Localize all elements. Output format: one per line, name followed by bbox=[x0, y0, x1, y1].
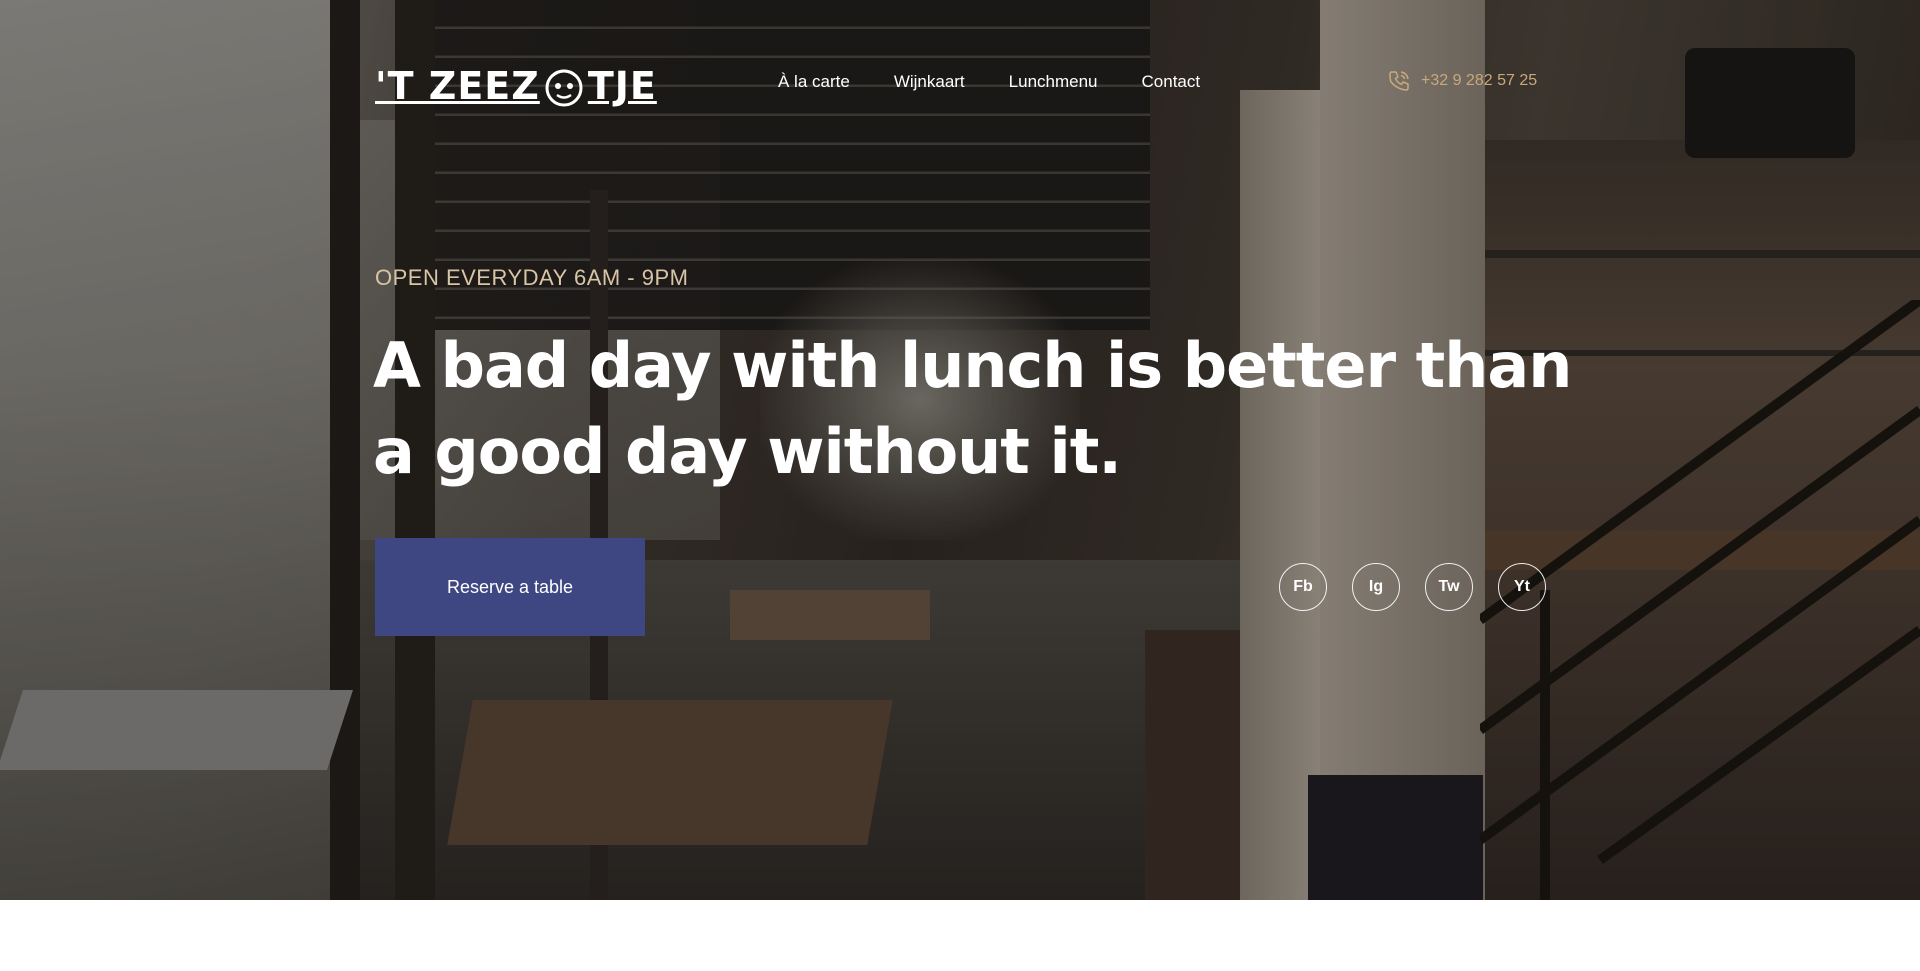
bar-area bbox=[1485, 140, 1920, 900]
phone-link[interactable]: +32 9 282 57 25 bbox=[1387, 69, 1537, 93]
pillar bbox=[1240, 90, 1320, 900]
headline-line-1: A bad day with lunch is better than bbox=[373, 329, 1572, 402]
bar-shelf bbox=[1485, 250, 1920, 258]
nav-item-a-la-carte[interactable]: À la carte bbox=[778, 71, 850, 93]
youtube-link[interactable]: Yt bbox=[1498, 563, 1546, 611]
twitter-link[interactable]: Tw bbox=[1425, 563, 1473, 611]
logo-text-right: TJE bbox=[587, 64, 657, 108]
dining-table bbox=[730, 590, 930, 640]
phone-number: +32 9 282 57 25 bbox=[1421, 72, 1538, 89]
instagram-link[interactable]: Ig bbox=[1352, 563, 1400, 611]
social-links: Fb Ig Tw Yt bbox=[1279, 563, 1546, 611]
headline-line-2: a good day without it. bbox=[373, 415, 1122, 488]
pillar-base bbox=[1308, 775, 1483, 900]
main-nav: À la carte Wijnkaart Lunchmenu Contact bbox=[778, 71, 1200, 93]
hero-headline: A bad day with lunch is better than a go… bbox=[373, 323, 1573, 495]
speaker bbox=[1685, 48, 1855, 158]
nav-item-contact[interactable]: Contact bbox=[1142, 71, 1201, 93]
reserve-table-button[interactable]: Reserve a table bbox=[375, 538, 645, 636]
opening-hours: OPEN EVERYDAY 6AM - 9PM bbox=[375, 265, 689, 290]
nav-item-wijnkaart[interactable]: Wijnkaart bbox=[894, 71, 965, 93]
logo-text-left: 'T ZEEZ bbox=[375, 64, 540, 108]
facebook-link[interactable]: Fb bbox=[1279, 563, 1327, 611]
terrace-table bbox=[0, 690, 353, 770]
window-panes-left bbox=[0, 0, 330, 900]
brand-logo[interactable]: 'T ZEEZ TJE bbox=[375, 62, 657, 110]
window-frame bbox=[330, 0, 360, 900]
phone-icon bbox=[1389, 71, 1409, 91]
mascot-icon bbox=[545, 69, 583, 107]
dining-table bbox=[447, 700, 893, 845]
bar-counter bbox=[1485, 530, 1920, 570]
nav-item-lunchmenu[interactable]: Lunchmenu bbox=[1009, 71, 1098, 93]
pillar-base bbox=[1145, 630, 1245, 900]
